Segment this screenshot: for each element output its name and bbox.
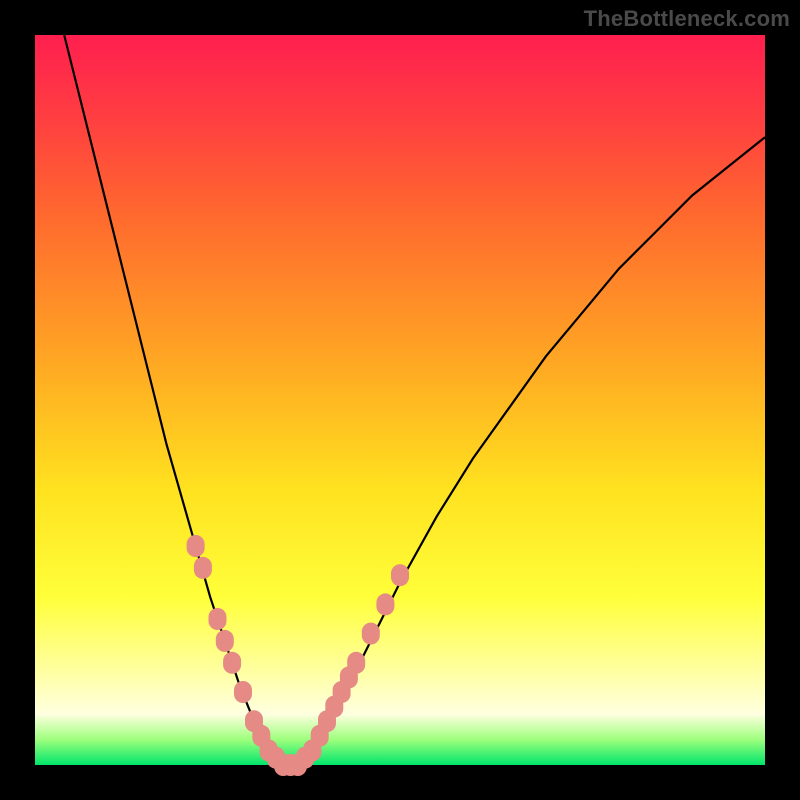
curve-marker bbox=[391, 564, 409, 586]
chart-frame: TheBottleneck.com bbox=[0, 0, 800, 800]
curve-marker bbox=[187, 535, 205, 557]
curve-marker bbox=[234, 681, 252, 703]
curve-marker bbox=[194, 557, 212, 579]
bottleneck-curve bbox=[64, 35, 765, 765]
watermark-text: TheBottleneck.com bbox=[584, 6, 790, 32]
curve-marker bbox=[209, 608, 227, 630]
curve-marker bbox=[347, 652, 365, 674]
curve-markers-group bbox=[187, 535, 409, 776]
plot-area bbox=[35, 35, 765, 765]
curve-marker bbox=[376, 593, 394, 615]
curve-layer bbox=[35, 35, 765, 765]
curve-marker bbox=[362, 623, 380, 645]
curve-marker bbox=[223, 652, 241, 674]
curve-marker bbox=[216, 630, 234, 652]
